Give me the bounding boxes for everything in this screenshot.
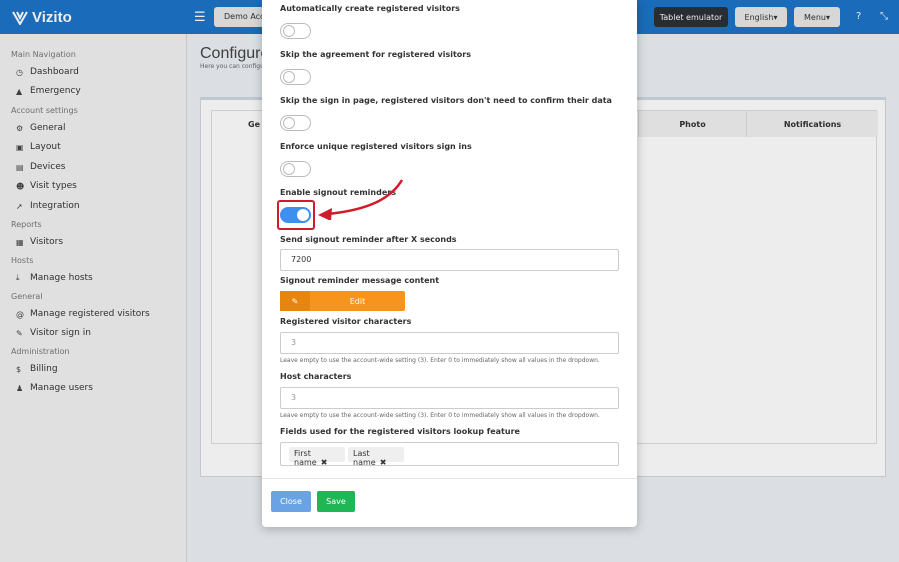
toggle-skip-sign-in-page[interactable]: [280, 115, 311, 131]
host-characters-hint: Leave empty to use the account-wide sett…: [280, 412, 600, 419]
edit-button-label: Edit: [349, 296, 366, 306]
tag-last-name: Last name ✖: [348, 447, 404, 467]
host-characters-input[interactable]: 3: [280, 387, 619, 409]
label-host-characters: Host characters: [280, 372, 352, 381]
setting-label-skip-sign-in-page: Skip the sign in page, registered visito…: [280, 96, 612, 105]
toggle-knob: [283, 163, 295, 175]
label-lookup-fields: Fields used for the registered visitors …: [280, 427, 520, 436]
tag-first-name: First name ✖: [289, 447, 345, 467]
visitor-characters-hint: Leave empty to use the account-wide sett…: [280, 357, 600, 364]
lookup-fields-select[interactable]: First name ✖ Last name ✖: [280, 442, 619, 467]
toggle-knob: [283, 25, 295, 37]
setting-label-enforce-unique: Enforce unique registered visitors sign …: [280, 142, 472, 151]
edit-icon: ✎: [280, 291, 310, 311]
setting-label-skip-agreement: Skip the agreement for registered visito…: [280, 50, 471, 59]
label-visitor-characters: Registered visitor characters: [280, 317, 412, 326]
reminder-seconds-input[interactable]: 7200: [280, 249, 619, 271]
visitor-characters-input[interactable]: 3: [280, 332, 619, 354]
save-button[interactable]: Save: [317, 491, 355, 512]
label-reminder-message: Signout reminder message content: [280, 276, 440, 285]
tag-label: Last name: [353, 449, 376, 467]
toggle-enforce-unique[interactable]: [280, 161, 311, 177]
toggle-skip-agreement[interactable]: [280, 69, 311, 85]
remove-tag-icon[interactable]: ✖: [321, 458, 328, 467]
modal-footer-divider: [262, 478, 637, 479]
label-reminder-seconds: Send signout reminder after X seconds: [280, 235, 457, 244]
toggle-knob: [283, 71, 295, 83]
annotation-arrow-icon: [318, 179, 404, 220]
edit-reminder-message-button[interactable]: ✎ Edit: [280, 291, 405, 311]
remove-tag-icon[interactable]: ✖: [380, 458, 387, 467]
registered-visitors-settings-modal: Automatically create registered visitors…: [262, 0, 637, 527]
tag-label: First name: [294, 449, 317, 467]
toggle-knob: [283, 117, 295, 129]
setting-label-auto-create: Automatically create registered visitors: [280, 4, 460, 13]
close-button[interactable]: Close: [271, 491, 311, 512]
toggle-auto-create[interactable]: [280, 23, 311, 39]
highlight-box: [277, 200, 315, 230]
